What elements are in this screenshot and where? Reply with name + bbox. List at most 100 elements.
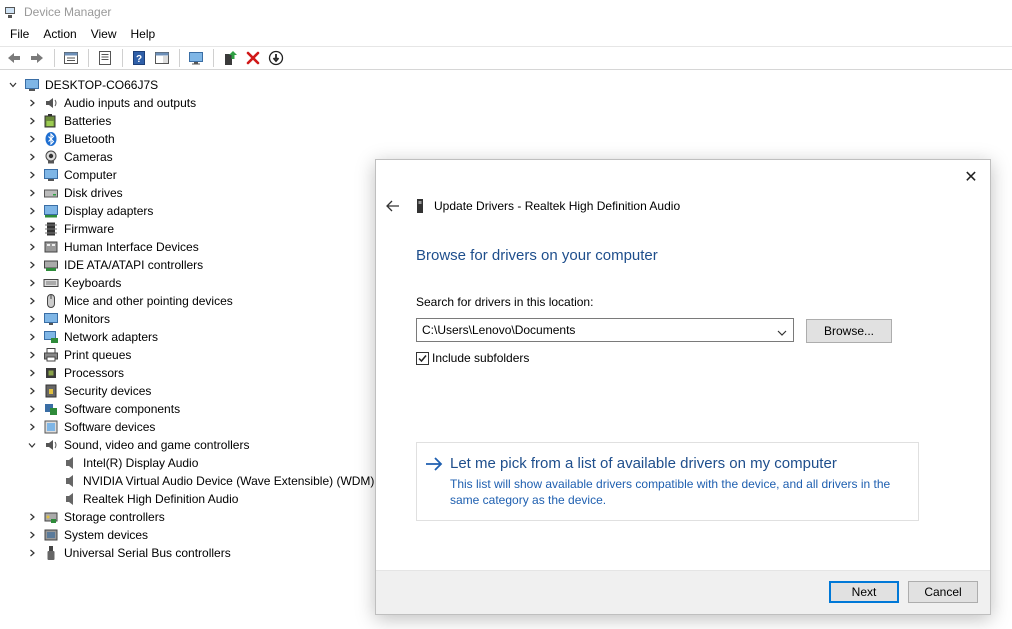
collapse-chevron-icon[interactable] — [27, 440, 37, 450]
tree-category-label: Storage controllers — [64, 510, 165, 524]
browse-button[interactable]: Browse... — [806, 319, 892, 343]
tree-category-label: Processors — [64, 366, 125, 380]
processor-icon — [43, 365, 59, 381]
expand-chevron-icon[interactable] — [27, 116, 37, 126]
system-icon — [43, 527, 59, 543]
tree-category-label: Software devices — [64, 420, 156, 434]
menu-help[interactable]: Help — [124, 24, 163, 44]
toolbar-separator — [122, 49, 123, 67]
collapse-chevron-icon[interactable] — [8, 80, 18, 90]
bluetooth-icon — [43, 131, 59, 147]
disable-icon[interactable] — [265, 47, 287, 69]
tree-category-label: Human Interface Devices — [64, 240, 199, 254]
tree-category-label: System devices — [64, 528, 149, 542]
expand-chevron-icon[interactable] — [27, 548, 37, 558]
printer-icon — [43, 347, 59, 363]
expand-chevron-icon[interactable] — [27, 386, 37, 396]
tree-category-label: IDE ATA/ATAPI controllers — [64, 258, 204, 272]
tree-category-label: Firmware — [64, 222, 114, 236]
tree-root-label: DESKTOP-CO66J7S — [45, 78, 159, 92]
expand-chevron-icon[interactable] — [27, 278, 37, 288]
tree-category-label: Print queues — [64, 348, 132, 362]
tree-category-label: Software components — [64, 402, 181, 416]
disk-icon — [43, 185, 59, 201]
expand-chevron-icon[interactable] — [27, 206, 37, 216]
dialog-heading: Browse for drivers on your computer — [416, 247, 658, 264]
expand-chevron-icon[interactable] — [27, 404, 37, 414]
toolbar: ? — [0, 46, 1012, 70]
tree-category-label: Mice and other pointing devices — [64, 294, 233, 308]
expand-chevron-icon[interactable] — [27, 170, 37, 180]
expand-chevron-icon[interactable] — [27, 134, 37, 144]
expand-chevron-icon[interactable] — [27, 314, 37, 324]
path-combobox[interactable]: C:\Users\Lenovo\Documents — [416, 318, 794, 342]
tree-device-label: Realtek High Definition Audio — [83, 492, 239, 506]
chevron-down-icon[interactable] — [776, 324, 788, 336]
show-hidden-icon[interactable] — [94, 47, 116, 69]
menu-action[interactable]: Action — [36, 24, 83, 44]
dialog-header: Update Drivers - Realtek High Definition… — [434, 199, 681, 213]
expand-chevron-icon[interactable] — [27, 350, 37, 360]
tree-category-label: Sound, video and game controllers — [64, 438, 250, 452]
expand-chevron-icon[interactable] — [27, 188, 37, 198]
back-icon[interactable] — [3, 47, 25, 69]
expand-chevron-icon[interactable] — [27, 242, 37, 252]
pick-from-list-link[interactable]: Let me pick from a list of available dri… — [416, 442, 919, 521]
software-component-icon — [43, 401, 59, 417]
speaker-icon — [62, 491, 78, 507]
tree-category-label: Display adapters — [64, 204, 154, 218]
tree-category-label: Bluetooth — [64, 132, 115, 146]
expand-chevron-icon[interactable] — [27, 530, 37, 540]
toolbar-separator — [88, 49, 89, 67]
tree-category-label: Batteries — [64, 114, 112, 128]
window-title: Device Manager — [24, 5, 112, 19]
speaker-icon — [43, 95, 59, 111]
update-driver-icon[interactable] — [219, 47, 241, 69]
forward-icon[interactable] — [26, 47, 48, 69]
menu-view[interactable]: View — [84, 24, 124, 44]
cancel-button[interactable]: Cancel — [908, 581, 978, 603]
tree-category-label: Audio inputs and outputs — [64, 96, 197, 110]
computer-icon — [24, 77, 40, 93]
hid-icon — [43, 239, 59, 255]
expand-chevron-icon[interactable] — [27, 98, 37, 108]
next-button[interactable]: Next — [829, 581, 899, 603]
expand-chevron-icon[interactable] — [27, 422, 37, 432]
network-icon — [43, 329, 59, 345]
camera-icon — [43, 149, 59, 165]
title-bar: Device Manager — [0, 0, 1012, 24]
include-subfolders-label[interactable]: Include subfolders — [432, 351, 529, 365]
keyboard-icon — [43, 275, 59, 291]
tree-category-label: Keyboards — [64, 276, 122, 290]
uninstall-icon[interactable] — [242, 47, 264, 69]
mouse-icon — [43, 293, 59, 309]
action-pane-icon[interactable] — [151, 47, 173, 69]
tree-category-label: Computer — [64, 168, 117, 182]
help-icon[interactable]: ? — [128, 47, 150, 69]
expand-chevron-icon[interactable] — [27, 332, 37, 342]
tree-device-label: NVIDIA Virtual Audio Device (Wave Extens… — [83, 474, 375, 488]
properties-icon[interactable] — [60, 47, 82, 69]
pick-from-list-title[interactable]: Let me pick from a list of available dri… — [450, 455, 837, 472]
menu-file[interactable]: File — [0, 24, 36, 44]
expand-chevron-icon[interactable] — [27, 368, 37, 378]
expand-chevron-icon[interactable] — [27, 152, 37, 162]
path-value: C:\Users\Lenovo\Documents — [422, 323, 576, 337]
include-subfolders-checkbox[interactable] — [416, 352, 429, 365]
expand-chevron-icon[interactable] — [27, 260, 37, 270]
close-icon[interactable]: ✕ — [960, 166, 982, 188]
display-adapter-icon — [43, 203, 59, 219]
monitor-icon[interactable] — [185, 47, 207, 69]
tree-category-label: Monitors — [64, 312, 111, 326]
back-arrow-icon[interactable] — [384, 198, 402, 214]
expand-chevron-icon[interactable] — [27, 296, 37, 306]
search-location-label: Search for drivers in this location: — [416, 295, 594, 309]
expand-chevron-icon[interactable] — [27, 224, 37, 234]
svg-text:?: ? — [136, 54, 142, 65]
toolbar-separator — [213, 49, 214, 67]
tree-category-label: Network adapters — [64, 330, 159, 344]
audio-device-icon — [416, 199, 424, 213]
expand-chevron-icon[interactable] — [27, 512, 37, 522]
device-manager-icon — [4, 5, 18, 19]
chip-icon — [43, 221, 59, 237]
